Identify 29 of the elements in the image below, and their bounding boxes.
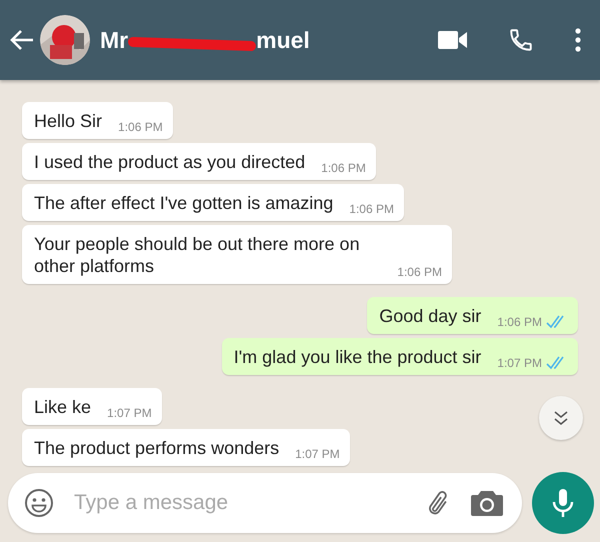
message-time: 1:06 PM xyxy=(321,161,366,175)
message-text: Good day sir xyxy=(379,305,482,327)
message-text: The product performs wonders xyxy=(34,437,280,459)
message-text: I'm glad you like the product sir xyxy=(234,346,482,368)
microphone-icon xyxy=(552,488,574,518)
message-time: 1:07 PM xyxy=(497,356,542,370)
message-text: Like ke xyxy=(34,396,92,418)
message-time: 1:06 PM xyxy=(397,265,442,279)
video-call-icon[interactable] xyxy=(438,30,468,50)
message-text: Hello Sir xyxy=(34,110,102,132)
message-input-field[interactable]: Type a message xyxy=(72,490,404,516)
contact-name: Mr xyxy=(100,26,128,54)
message-time: 1:06 PM xyxy=(349,202,394,216)
camera-icon[interactable] xyxy=(470,489,504,517)
message-time: 1:06 PM xyxy=(118,120,163,134)
message-text: I used the product as you directed xyxy=(34,151,306,173)
phone-icon[interactable] xyxy=(508,27,534,53)
message-time: 1:07 PM xyxy=(295,447,340,461)
message-time: 1:07 PM xyxy=(107,406,152,420)
message-text: Your people should be out there more on other platforms xyxy=(34,233,361,277)
emoji-icon[interactable] xyxy=(24,488,54,518)
double-chevron-down-icon xyxy=(553,410,569,426)
scroll-down-button[interactable] xyxy=(539,396,583,440)
back-arrow-icon[interactable] xyxy=(10,29,34,51)
menu-icon[interactable] xyxy=(574,28,582,52)
message-text: The after effect I've gotten is amazing xyxy=(34,192,334,214)
message-time: 1:06 PM xyxy=(497,315,542,329)
message-input-field[interactable]: Type a message xyxy=(8,473,522,533)
contact-name: muel xyxy=(256,26,310,54)
